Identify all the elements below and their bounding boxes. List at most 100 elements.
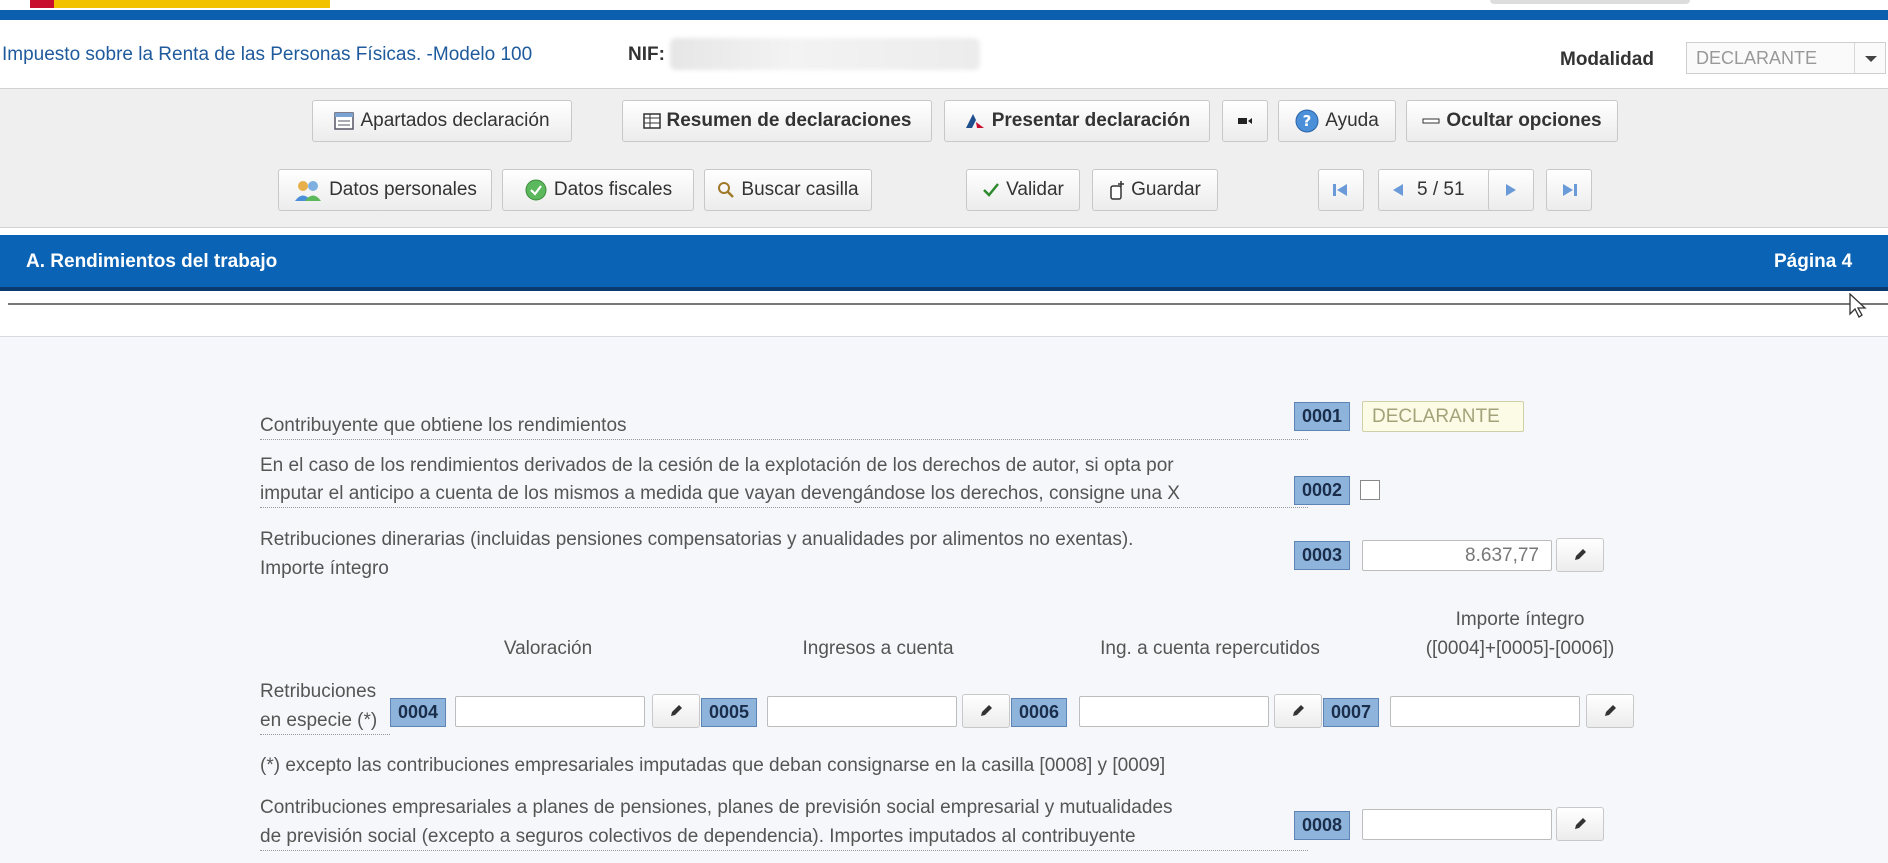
ayuda-label: Ayuda	[1325, 110, 1379, 131]
code-0005: 0005	[701, 698, 757, 727]
aeat-logo-icon	[965, 114, 984, 128]
code-0006: 0006	[1011, 698, 1067, 727]
label-0008-line1: Contribuciones empresariales a planes de…	[260, 797, 1173, 818]
next-page-icon	[1506, 184, 1516, 196]
check-circle-icon	[525, 179, 547, 201]
video-button[interactable]	[1222, 100, 1268, 142]
help-icon: ?	[1295, 109, 1319, 133]
label-0008-line2: de previsión social (excepto a seguros c…	[260, 823, 1308, 851]
footnote: (*) excepto las contribuciones empresari…	[260, 755, 1166, 776]
header-blue-bar	[0, 10, 1888, 20]
video-camera-icon	[1238, 118, 1252, 124]
nif-label: NIF:	[628, 44, 665, 65]
label-0002-line2: imputar el anticipo a cuenta de los mism…	[260, 480, 1308, 508]
toolbar: Apartados declaración Resumen de declara…	[0, 88, 1888, 228]
top-decoration	[1490, 0, 1690, 4]
code-0008: 0008	[1294, 811, 1350, 840]
first-page-icon	[1333, 184, 1347, 196]
app-title: Impuesto sobre la Renta de las Personas …	[2, 44, 533, 65]
code-0001: 0001	[1294, 402, 1350, 431]
datos-personales-label: Datos personales	[329, 179, 477, 200]
field-0006[interactable]	[1079, 696, 1269, 727]
first-page-button[interactable]	[1318, 169, 1364, 211]
pencil-icon	[1605, 705, 1616, 716]
pencil-icon	[1293, 705, 1304, 716]
edit-0003-button[interactable]	[1556, 538, 1604, 572]
modalidad-select[interactable]: DECLARANTE	[1686, 42, 1886, 74]
last-page-icon	[1563, 184, 1577, 196]
svg-text:?: ?	[1303, 112, 1312, 130]
pencil-icon	[671, 705, 682, 716]
edit-0006-button[interactable]	[1274, 694, 1322, 728]
section-page-number: Página 4	[1774, 251, 1853, 272]
pagination-indicator: 5 / 51	[1417, 179, 1465, 200]
field-0004[interactable]	[455, 696, 645, 727]
field-0005[interactable]	[767, 696, 957, 727]
users-icon	[295, 181, 322, 201]
section-divider	[8, 303, 1888, 305]
buscar-casilla-button[interactable]: Buscar casilla	[704, 169, 872, 211]
col-importe-integro: Importe íntegro	[1455, 609, 1585, 630]
datos-personales-button[interactable]: Datos personales	[278, 169, 492, 211]
label-especie-line2: en especie (*)	[260, 707, 390, 735]
resumen-declaraciones-button[interactable]: Resumen de declaraciones	[622, 100, 932, 142]
next-page-button[interactable]	[1488, 169, 1534, 211]
guardar-button[interactable]: Guardar	[1092, 169, 1218, 211]
edit-0005-button[interactable]	[962, 694, 1010, 728]
prev-page-icon	[1393, 184, 1403, 196]
checkbox-0002[interactable]	[1360, 480, 1380, 500]
nif-value-redacted	[670, 38, 980, 70]
save-icon	[1110, 181, 1125, 200]
table-icon	[642, 113, 661, 129]
spain-flag-logo	[30, 0, 330, 8]
presentar-declaracion-button[interactable]: Presentar declaración	[944, 100, 1210, 142]
modalidad-selected-value: DECLARANTE	[1696, 48, 1818, 68]
ocultar-opciones-button[interactable]: Ocultar opciones	[1406, 100, 1618, 142]
section-header-bar	[0, 235, 1888, 291]
field-0007[interactable]	[1390, 696, 1580, 727]
chevron-down-icon[interactable]	[1854, 43, 1885, 73]
label-especie-line1: Retribuciones	[260, 681, 377, 702]
label-0001: Contribuyente que obtiene los rendimient…	[260, 412, 1308, 440]
field-0003[interactable]: 8.637,77	[1362, 540, 1552, 571]
checkmark-icon	[983, 183, 1000, 197]
validar-label: Validar	[1006, 179, 1064, 200]
col-importe-formula: ([0004]+[0005]-[0006])	[1425, 638, 1615, 659]
guardar-label: Guardar	[1131, 179, 1201, 200]
apartados-declaracion-button[interactable]: Apartados declaración	[312, 100, 572, 142]
col-ingresos-a-cuenta: Ingresos a cuenta	[802, 638, 954, 659]
code-0007: 0007	[1323, 698, 1379, 727]
pencil-icon	[981, 705, 992, 716]
collapse-icon	[1422, 118, 1440, 124]
last-page-button[interactable]	[1546, 169, 1592, 211]
resumen-label: Resumen de declaraciones	[666, 110, 912, 131]
top-strip	[0, 0, 1888, 10]
apartados-label: Apartados declaración	[360, 110, 550, 131]
modalidad-label: Modalidad	[1560, 49, 1654, 70]
code-0003: 0003	[1294, 541, 1350, 570]
presentar-label: Presentar declaración	[991, 110, 1191, 131]
label-0003-line1: Retribuciones dinerarias (incluidas pens…	[260, 529, 1134, 550]
label-0002-line1: En el caso de los rendimientos derivados…	[260, 455, 1174, 476]
section-title: A. Rendimientos del trabajo	[26, 251, 278, 272]
ayuda-button[interactable]: ? Ayuda	[1278, 100, 1396, 142]
search-icon	[718, 182, 735, 198]
edit-0004-button[interactable]	[652, 694, 700, 728]
mouse-cursor-icon	[1849, 293, 1867, 318]
validar-button[interactable]: Validar	[966, 169, 1080, 211]
col-ing-repercutidos: Ing. a cuenta repercutidos	[1100, 638, 1320, 659]
col-valoracion: Valoración	[503, 638, 593, 659]
pencil-icon	[1575, 549, 1586, 560]
code-0002: 0002	[1294, 476, 1350, 505]
datos-fiscales-label: Datos fiscales	[553, 179, 673, 200]
edit-0007-button[interactable]	[1586, 694, 1634, 728]
list-window-icon	[334, 112, 355, 130]
ocultar-label: Ocultar opciones	[1446, 110, 1602, 131]
edit-0008-button[interactable]	[1556, 807, 1604, 841]
datos-fiscales-button[interactable]: Datos fiscales	[502, 169, 694, 211]
label-0003-line2: Importe íntegro	[260, 558, 389, 579]
field-0008[interactable]	[1362, 809, 1552, 840]
field-0001[interactable]: DECLARANTE	[1362, 401, 1524, 432]
buscar-label: Buscar casilla	[741, 179, 859, 200]
pencil-icon	[1575, 818, 1586, 829]
